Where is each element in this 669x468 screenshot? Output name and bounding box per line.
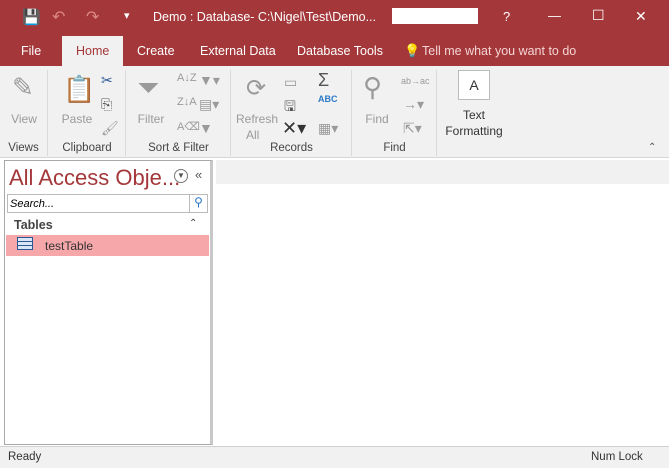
redacted-box	[392, 8, 478, 24]
table-name: testTable	[45, 239, 94, 253]
group-find: ⚲ Find ab→ac →▾ ⇱▾ Find	[353, 70, 437, 156]
help-button[interactable]: ?	[503, 9, 510, 24]
maximize-button[interactable]: ☐	[592, 7, 605, 24]
cut-icon[interactable]: ✂	[101, 72, 113, 89]
filter-button[interactable]: Filter	[131, 112, 171, 126]
selection-filter-icon[interactable]: ▼▾	[199, 72, 220, 89]
undo-icon[interactable]: ↶	[52, 7, 65, 27]
group-label: Views	[8, 142, 39, 154]
section-tables[interactable]: Tables	[14, 218, 53, 232]
redo-icon[interactable]: ↷	[86, 7, 99, 27]
advanced-filter-icon[interactable]: ▤▾	[199, 96, 219, 113]
collapse-ribbon-icon[interactable]: ⌃	[648, 142, 656, 153]
toggle-filter-icon[interactable]: ▼	[199, 120, 213, 136]
spelling-icon[interactable]: ABC	[318, 94, 338, 104]
tab-database-tools[interactable]: Database Tools	[285, 36, 395, 66]
text-label: Text	[462, 108, 485, 122]
document-tab-strip	[216, 160, 669, 184]
replace-icon[interactable]: ab→ac	[401, 76, 430, 86]
search-icon[interactable]: ⚲	[189, 195, 207, 212]
group-label: Sort & Filter	[148, 142, 209, 154]
search-input[interactable]: Search...	[10, 198, 54, 210]
group-label: Find	[383, 142, 406, 154]
paste-button[interactable]: Paste	[57, 112, 97, 126]
minimize-button[interactable]: —	[548, 8, 561, 23]
nav-pane-title[interactable]: All Access Obje...	[9, 165, 180, 191]
shutter-bar-icon[interactable]: «	[195, 167, 202, 182]
tell-me-search[interactable]: Tell me what you want to do	[410, 36, 588, 66]
customize-toolbar-icon[interactable]: ▾	[124, 9, 130, 22]
tab-file[interactable]: File	[9, 36, 53, 66]
search-box[interactable]: Search... ⚲	[7, 194, 208, 213]
ribbon-tabs: File Home Create External Data Database …	[0, 36, 669, 66]
text-formatting-icon: A	[458, 70, 490, 100]
nav-menu-dropdown-icon[interactable]: ▼	[174, 169, 188, 183]
group-records: ⟳ Refresh All ▭ 🖫 ✕▾ Σ ABC ▦▾ Records	[232, 70, 352, 156]
refresh-all-label[interactable]: All	[246, 128, 259, 142]
num-lock-indicator: Num Lock	[591, 451, 643, 463]
navigation-pane: All Access Obje... ▼ « Search... ⚲ Table…	[4, 160, 213, 445]
group-views: ✎ View Views	[0, 70, 48, 156]
select-icon[interactable]: ⇱▾	[403, 120, 422, 137]
status-text: Ready	[8, 451, 42, 463]
group-label: Clipboard	[62, 142, 112, 154]
title-bar: 💾 ↶ ↷ ▾ Demo : Database- C:\Nigel\Test\D…	[0, 0, 669, 36]
window-title: Demo : Database- C:\Nigel\Test\Demo...	[153, 10, 376, 24]
save-icon[interactable]: 💾	[22, 8, 41, 26]
find-icon[interactable]: ⚲	[363, 72, 382, 103]
group-text-formatting[interactable]: A Text Formatting	[438, 70, 518, 156]
tab-external-data[interactable]: External Data	[188, 36, 288, 66]
view-button[interactable]: View	[0, 112, 48, 126]
group-label: Records	[270, 142, 313, 154]
group-clipboard: 📋 Paste ✂ ⎘ 🖌 Clipboard	[49, 70, 126, 156]
find-button[interactable]: Find	[357, 112, 397, 126]
table-icon	[17, 237, 33, 250]
refresh-icon[interactable]: ⟳	[246, 74, 266, 103]
collapse-section-icon[interactable]: ⌃	[189, 218, 197, 229]
status-bar: Ready Num Lock	[0, 446, 669, 468]
totals-icon[interactable]: Σ	[318, 70, 329, 91]
format-painter-icon[interactable]: 🖌	[101, 120, 119, 137]
copy-icon[interactable]: ⎘	[101, 96, 112, 113]
group-sort-filter: ⏷ Filter A↓Z Z↓A A⌫ ▼▾ ▤▾ ▼ Sort & Filte…	[127, 70, 231, 156]
more-icon[interactable]: ▦▾	[318, 120, 338, 137]
goto-icon[interactable]: →▾	[403, 96, 424, 113]
ribbon: ✎ View Views 📋 Paste ✂ ⎘ 🖌 Clipboard ⏷ F…	[0, 66, 669, 158]
view-icon[interactable]: ✎	[12, 72, 34, 103]
tab-home[interactable]: Home	[62, 36, 124, 66]
sort-descending-icon[interactable]: Z↓A	[177, 96, 197, 108]
tab-create[interactable]: Create	[125, 36, 187, 66]
filter-icon[interactable]: ⏷	[137, 72, 159, 105]
delete-record-icon[interactable]: ✕▾	[282, 118, 306, 139]
sort-ascending-icon[interactable]: A↓Z	[177, 72, 197, 84]
formatting-label: Formatting	[445, 124, 503, 138]
refresh-all-button[interactable]: Refresh	[234, 112, 280, 126]
new-record-icon[interactable]: ▭	[284, 74, 297, 91]
save-record-icon[interactable]: 🖫	[284, 96, 296, 120]
paste-icon[interactable]: 📋	[63, 74, 95, 105]
clear-sort-icon[interactable]: A⌫	[177, 120, 200, 133]
list-item[interactable]: testTable	[6, 235, 209, 256]
close-button[interactable]: ✕	[635, 8, 647, 25]
